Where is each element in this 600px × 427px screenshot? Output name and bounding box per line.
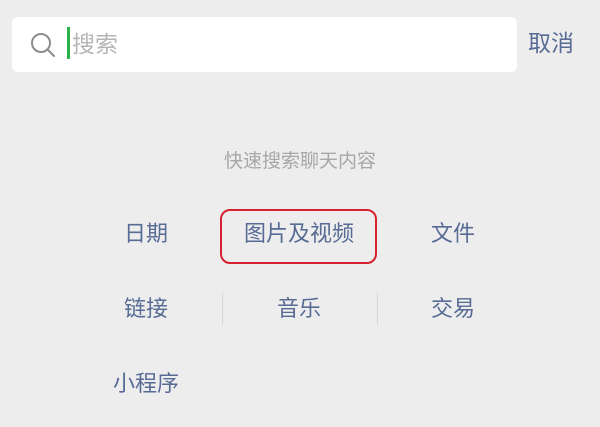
search-input[interactable] xyxy=(72,17,492,72)
option-transactions[interactable]: 交易 xyxy=(393,295,513,325)
option-mini-programs[interactable]: 小程序 xyxy=(86,370,206,400)
divider xyxy=(377,293,378,324)
option-images-and-videos[interactable]: 图片及视频 xyxy=(239,220,359,250)
divider xyxy=(222,293,223,324)
search-icon xyxy=(30,32,56,58)
cancel-button[interactable]: 取消 xyxy=(528,28,574,60)
quick-search-hint: 快速搜索聊天内容 xyxy=(223,150,376,172)
option-files[interactable]: 文件 xyxy=(393,220,513,250)
text-cursor xyxy=(67,27,70,59)
option-music[interactable]: 音乐 xyxy=(239,295,359,325)
option-date[interactable]: 日期 xyxy=(86,220,206,250)
option-links[interactable]: 链接 xyxy=(86,295,206,325)
